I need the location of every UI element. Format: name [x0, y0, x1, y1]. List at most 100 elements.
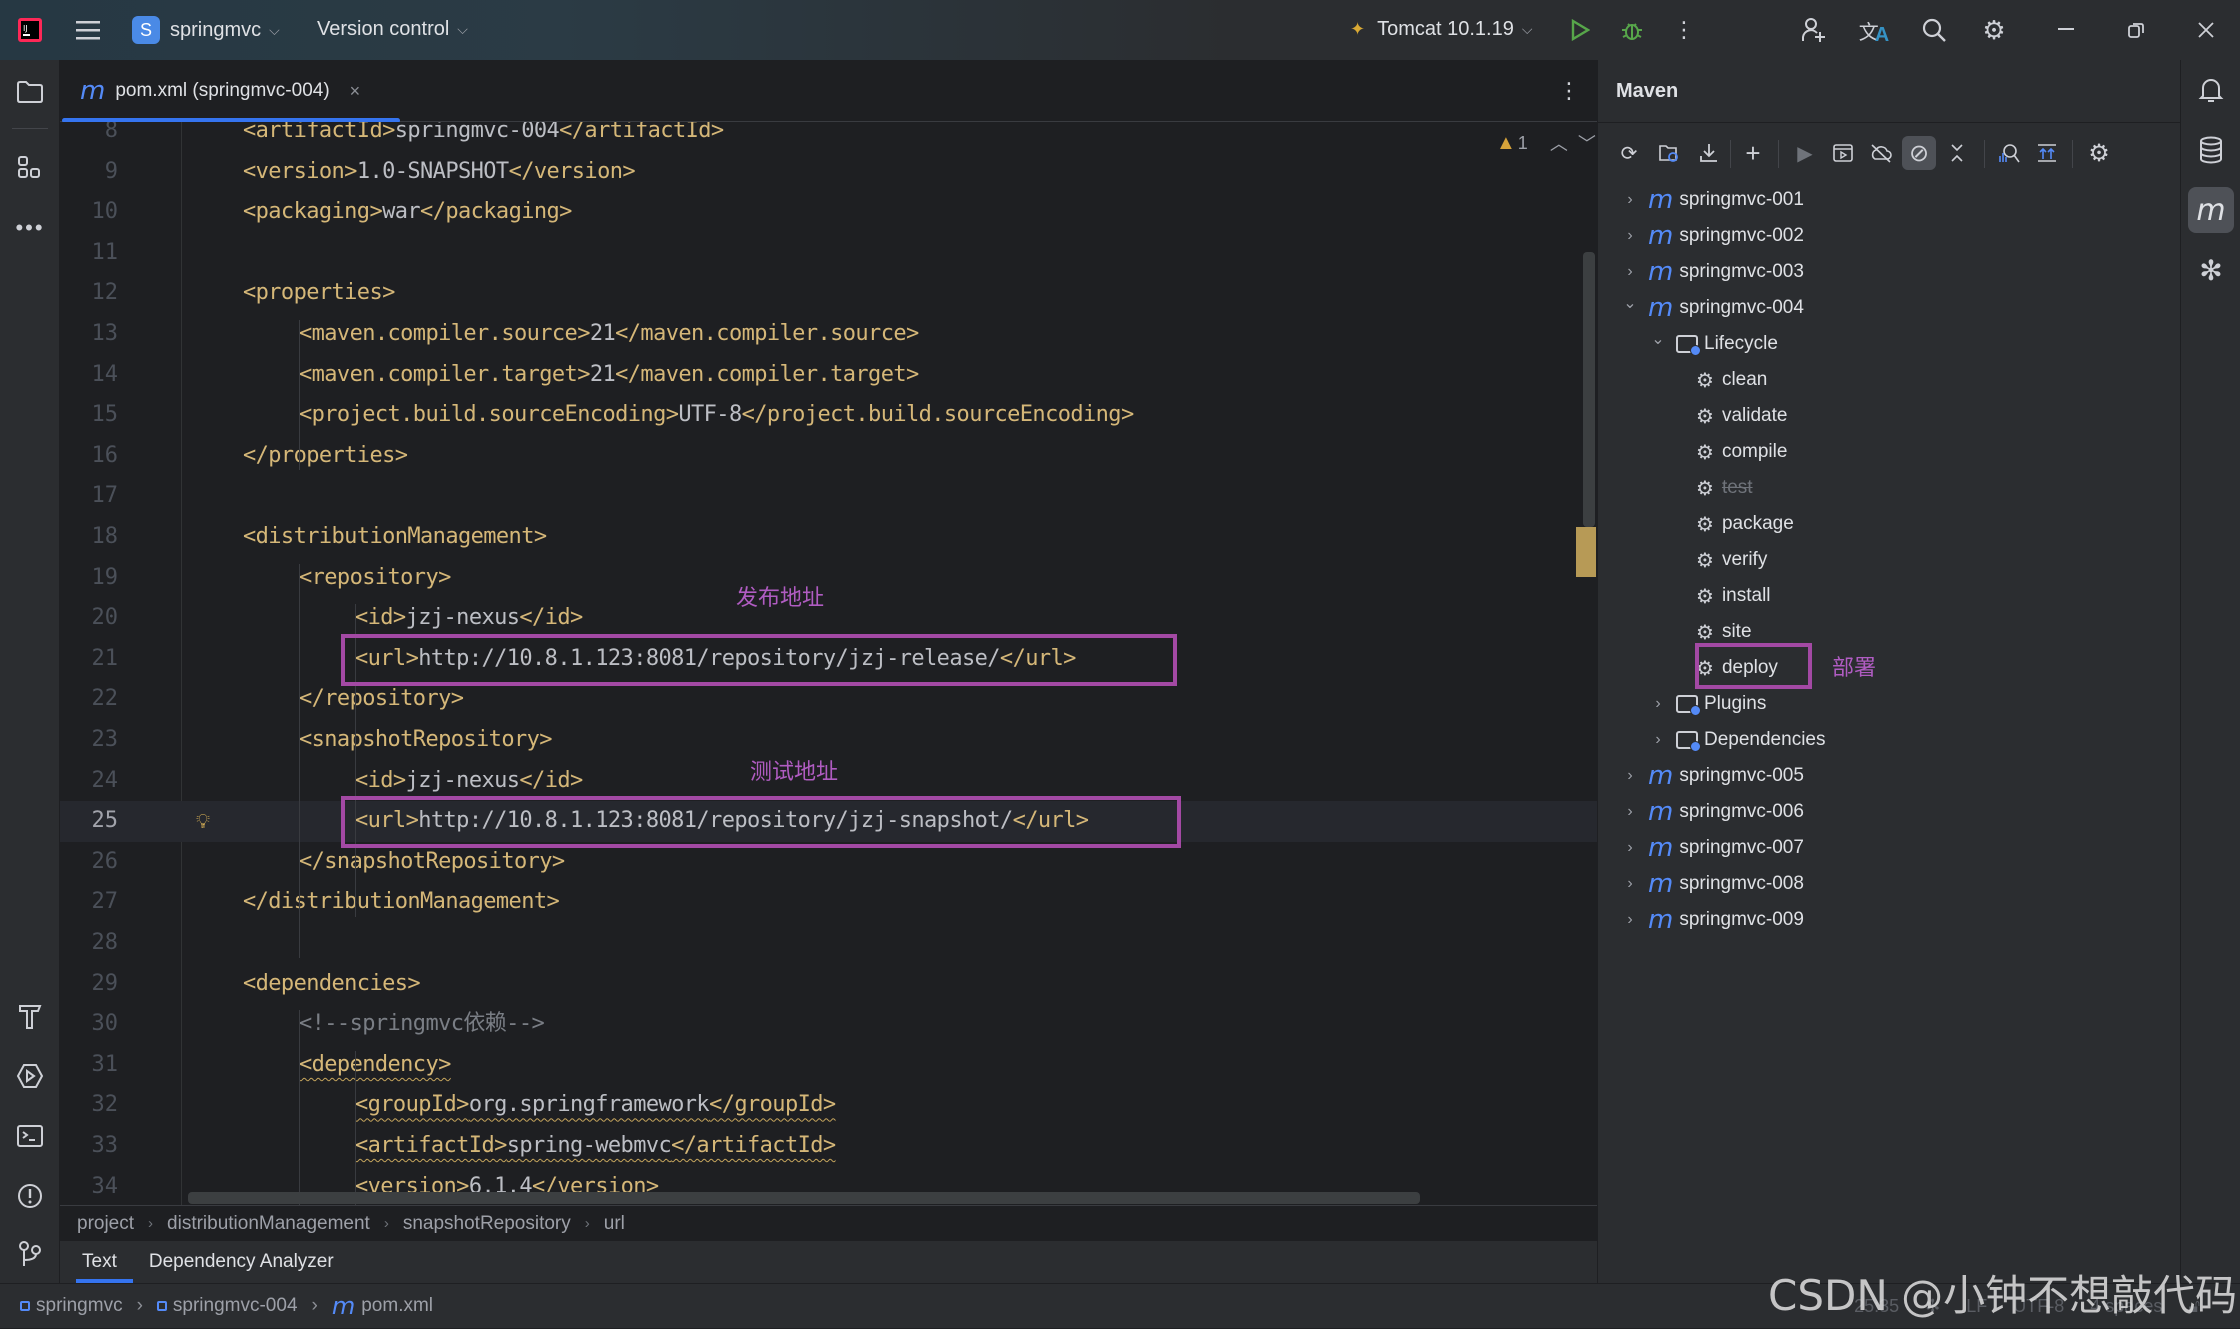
- code-line[interactable]: 27 </distributionManagement>: [60, 882, 1597, 923]
- build-hammer-icon[interactable]: [0, 994, 60, 1038]
- lifecycle-goal-test[interactable]: ⚙ test: [1598, 470, 1753, 506]
- show-updates-icon[interactable]: [2030, 136, 2064, 170]
- maven-project-item[interactable]: › m springmvc-008: [1598, 866, 1804, 902]
- maven-project-item[interactable]: › m springmvc-003: [1598, 254, 1804, 290]
- lifecycle-node[interactable]: ⌄ Lifecycle: [1598, 326, 1778, 362]
- breadcrumb-item[interactable]: url: [604, 1213, 625, 1235]
- tab-dependency-analyzer[interactable]: Dependency Analyzer: [133, 1241, 350, 1283]
- code-line[interactable]: 14 <maven.compiler.target>21</maven.compi…: [60, 355, 1597, 396]
- code-line[interactable]: 8 <artifactId>springmvc-004</artifactId>: [60, 122, 1597, 152]
- ai-assistant-icon[interactable]: ✻: [2181, 248, 2240, 292]
- database-icon[interactable]: [2181, 128, 2240, 172]
- project-folder-icon[interactable]: [0, 70, 60, 114]
- chevron-right-icon[interactable]: ›: [1620, 263, 1640, 281]
- code-line[interactable]: 13 <maven.compiler.source>21</maven.compi…: [60, 314, 1597, 355]
- scrollbar-warning-marker[interactable]: [1576, 527, 1596, 577]
- status-path-module[interactable]: springmvc-004: [156, 1295, 298, 1317]
- code-line[interactable]: 15 <project.build.sourceEncoding>UTF-8</p…: [60, 395, 1597, 436]
- breadcrumb-item[interactable]: project: [77, 1213, 134, 1235]
- code-line[interactable]: 28: [60, 923, 1597, 964]
- skip-tests-icon[interactable]: ⊘: [1902, 136, 1936, 170]
- lifecycle-goal-package[interactable]: ⚙ package: [1598, 506, 1794, 542]
- run-icon[interactable]: [1564, 14, 1596, 46]
- code-line[interactable]: 16 </properties>: [60, 436, 1597, 477]
- git-icon[interactable]: [0, 1232, 60, 1276]
- more-icon[interactable]: ⋮: [1668, 14, 1700, 46]
- tab-text[interactable]: Text: [66, 1241, 133, 1283]
- chevron-right-icon[interactable]: ›: [1648, 695, 1668, 713]
- offline-icon[interactable]: [1864, 136, 1898, 170]
- code-line[interactable]: 20 <id>jzj-nexus</id>: [60, 598, 1597, 639]
- close-icon[interactable]: [2188, 14, 2224, 46]
- plugins-node[interactable]: › Plugins: [1598, 686, 1766, 722]
- lifecycle-goal-verify[interactable]: ⚙ verify: [1598, 542, 1767, 578]
- translate-icon[interactable]: 文A: [1856, 14, 1892, 46]
- chevron-right-icon[interactable]: ›: [1620, 875, 1640, 893]
- add-user-icon[interactable]: [1796, 14, 1832, 46]
- run-config-selector[interactable]: ✦ Tomcat 10.1.19 ⌵: [1350, 18, 1532, 41]
- collapse-icon[interactable]: [1940, 136, 1974, 170]
- maven-project-item[interactable]: › m springmvc-002: [1598, 218, 1804, 254]
- line-separator[interactable]: LF: [1966, 1296, 1987, 1317]
- code-line[interactable]: 10 <packaging>war</packaging>: [60, 192, 1597, 233]
- code-line[interactable]: 12 <properties>: [60, 273, 1597, 314]
- structure-icon[interactable]: [0, 146, 60, 190]
- search-icon[interactable]: [1916, 14, 1952, 46]
- reimport-folder-icon[interactable]: [1652, 136, 1686, 170]
- vertical-scrollbar[interactable]: [1583, 252, 1595, 527]
- status-path-project[interactable]: springmvc: [20, 1295, 123, 1317]
- code-line[interactable]: 31 <dependency>: [60, 1045, 1597, 1086]
- chevron-right-icon[interactable]: ›: [1620, 911, 1640, 929]
- chevron-right-icon[interactable]: ›: [1620, 191, 1640, 209]
- lifecycle-goal-install[interactable]: ⚙ install: [1598, 578, 1771, 614]
- run-icon[interactable]: ▶: [1788, 136, 1822, 170]
- breadcrumb-item[interactable]: snapshotRepository: [403, 1213, 571, 1235]
- lifecycle-goal-clean[interactable]: ⚙ clean: [1598, 362, 1767, 398]
- ai-status-icon[interactable]: ✻: [1925, 1296, 1940, 1317]
- code-line[interactable]: 19 <repository>: [60, 558, 1597, 599]
- main-menu-icon[interactable]: [72, 14, 104, 46]
- code-line[interactable]: 17: [60, 476, 1597, 517]
- horizontal-scrollbar[interactable]: [188, 1192, 1420, 1204]
- dependencies-node[interactable]: › Dependencies: [1598, 722, 1825, 758]
- code-line[interactable]: 11: [60, 233, 1597, 274]
- maven-settings-icon[interactable]: ⚙: [2082, 136, 2116, 170]
- tab-pom-xml[interactable]: m pom.xml (springmvc-004) ×: [80, 60, 360, 122]
- prev-highlight-icon[interactable]: ︿: [1550, 130, 1568, 156]
- settings-icon[interactable]: ⚙: [1976, 14, 2012, 46]
- maven-project-item[interactable]: › m springmvc-009: [1598, 902, 1804, 938]
- lifecycle-goal-validate[interactable]: ⚙ validate: [1598, 398, 1787, 434]
- reload-icon[interactable]: ⟳: [1612, 136, 1646, 170]
- vcs-selector[interactable]: Version control ⌵: [317, 18, 468, 41]
- chevron-down-icon[interactable]: ⌄: [1620, 293, 1640, 313]
- inspection-widget[interactable]: ▲ 1 ︿ ﹀: [1496, 130, 1596, 156]
- maven-project-item[interactable]: › m springmvc-005: [1598, 758, 1804, 794]
- terminal-icon[interactable]: [0, 1114, 60, 1158]
- caret-position[interactable]: 25:35: [1854, 1296, 1899, 1317]
- intention-bulb-icon[interactable]: 💡︎: [196, 801, 210, 842]
- problems-icon[interactable]: [0, 1174, 60, 1218]
- code-line[interactable]: 18 <distributionManagement>: [60, 517, 1597, 558]
- minimize-icon[interactable]: [2048, 14, 2084, 46]
- chevron-right-icon[interactable]: ›: [1620, 227, 1640, 245]
- maven-project-item[interactable]: ⌄ m springmvc-004: [1598, 290, 1804, 326]
- notifications-bell-icon[interactable]: [2181, 68, 2240, 112]
- maven-project-item[interactable]: › m springmvc-001: [1598, 182, 1804, 218]
- chevron-right-icon[interactable]: ›: [1648, 731, 1668, 749]
- add-icon[interactable]: +: [1736, 136, 1770, 170]
- services-icon[interactable]: [0, 1054, 60, 1098]
- more-tools-icon[interactable]: •••: [0, 206, 60, 250]
- download-icon[interactable]: [1692, 136, 1726, 170]
- chevron-right-icon[interactable]: ›: [1620, 767, 1640, 785]
- breadcrumb-item[interactable]: distributionManagement: [167, 1213, 370, 1235]
- run-config-icon[interactable]: [1826, 136, 1860, 170]
- chevron-right-icon[interactable]: ›: [1620, 839, 1640, 857]
- tab-options-icon[interactable]: ⋮: [1554, 76, 1584, 106]
- chevron-right-icon[interactable]: ›: [1620, 803, 1640, 821]
- code-line[interactable]: 33 <artifactId>spring-webmvc</artifactId>: [60, 1126, 1597, 1167]
- analyze-deps-icon[interactable]: [1992, 136, 2026, 170]
- code-line[interactable]: 9 <version>1.0-SNAPSHOT</version>: [60, 152, 1597, 193]
- status-path-file[interactable]: m pom.xml: [332, 1292, 433, 1320]
- code-line[interactable]: 30 <!--springmvc依赖-->: [60, 1004, 1597, 1045]
- close-tab-icon[interactable]: ×: [350, 81, 361, 102]
